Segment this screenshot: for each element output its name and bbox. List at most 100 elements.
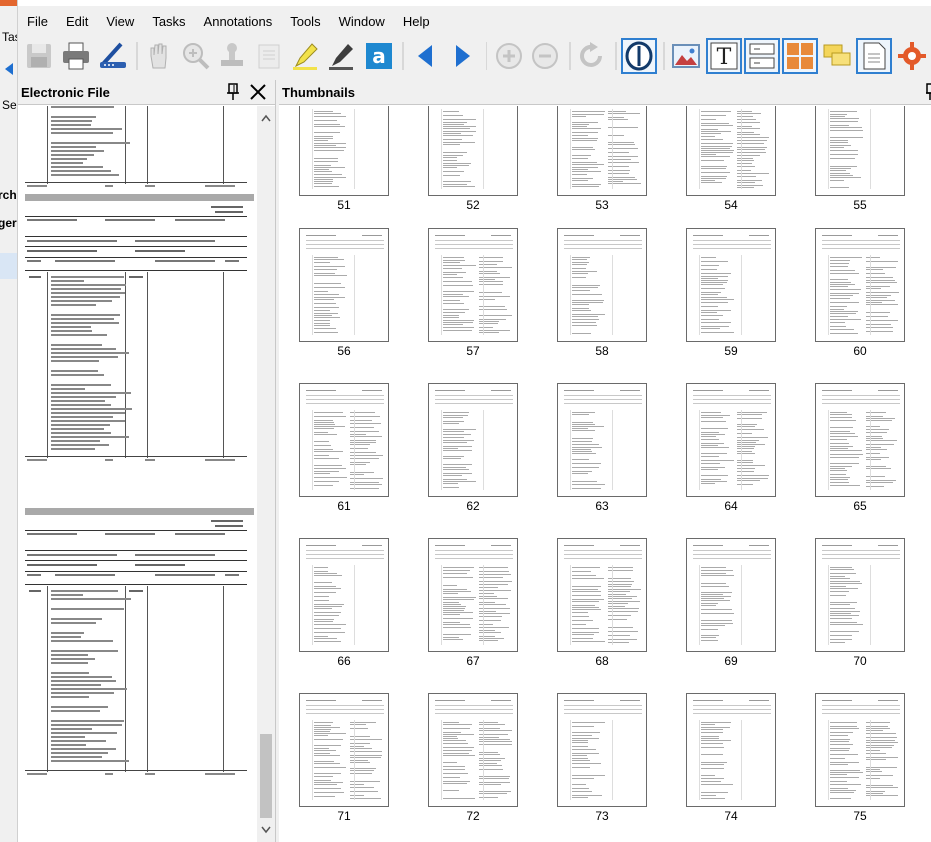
thumbnail-image[interactable] [299, 538, 389, 652]
thumbnail-page[interactable]: 72 [428, 693, 520, 833]
thumbnail-page[interactable]: 69 [686, 538, 778, 678]
thumbnail-page[interactable]: 62 [428, 383, 520, 523]
thumbnail-image[interactable] [686, 693, 776, 807]
thumbnail-image[interactable] [686, 538, 776, 652]
pin-icon[interactable] [925, 83, 931, 101]
thumbnail-page[interactable]: 54 [686, 106, 778, 222]
thumbnail-label: 58 [595, 344, 609, 358]
ocr-button[interactable] [621, 38, 658, 74]
layout-button[interactable] [781, 38, 818, 74]
menu-file[interactable]: File [18, 10, 57, 34]
thumbnail-image[interactable] [815, 538, 905, 652]
thumbnail-image[interactable] [299, 383, 389, 497]
toolbar-separator [615, 42, 618, 70]
text-box-button[interactable]: T [705, 38, 742, 74]
thumbnail-image[interactable] [557, 538, 647, 652]
thumbnail-image[interactable] [299, 228, 389, 342]
save-button[interactable] [22, 38, 57, 74]
document-view[interactable] [18, 106, 256, 842]
text-tool-button[interactable]: a [362, 38, 397, 74]
thumbnail-image[interactable] [815, 106, 905, 196]
thumbnail-image[interactable] [428, 228, 518, 342]
menu-bar: File Edit View Tasks Annotations Tools W… [18, 10, 439, 34]
document-scrollbar[interactable] [257, 106, 275, 842]
thumbnail-image[interactable] [815, 693, 905, 807]
thumbnail-image[interactable] [557, 106, 647, 196]
thumbnail-label: 52 [466, 198, 480, 212]
thumbnail-page[interactable]: 67 [428, 538, 520, 678]
thumbnail-page[interactable]: 65 [815, 383, 907, 523]
layout-icon [786, 43, 813, 69]
thumbnail-image[interactable] [428, 693, 518, 807]
redo-button[interactable] [575, 38, 610, 74]
zoom-button[interactable] [178, 38, 213, 74]
next-page-button[interactable] [445, 38, 480, 74]
print-button[interactable] [59, 38, 94, 74]
zoom-icon [182, 43, 210, 70]
highlighter-button[interactable] [288, 38, 323, 74]
note-button[interactable] [252, 38, 287, 74]
thumbnail-image[interactable] [428, 538, 518, 652]
form-button[interactable] [743, 38, 780, 74]
comments-button[interactable] [820, 38, 855, 74]
text-a-icon: a [366, 43, 392, 69]
thumbnail-page[interactable]: 68 [557, 538, 649, 678]
thumbnail-image[interactable] [815, 383, 905, 497]
menu-view[interactable]: View [97, 10, 143, 34]
save-icon [27, 44, 52, 68]
scan-button[interactable] [95, 38, 130, 74]
stamp-button[interactable] [215, 38, 250, 74]
scrollbar-thumb[interactable] [260, 734, 272, 818]
document-page [25, 202, 247, 466]
thumbnail-image[interactable] [686, 383, 776, 497]
thumbnail-image[interactable] [299, 106, 389, 196]
page-button[interactable] [856, 38, 893, 74]
marker-button[interactable] [325, 38, 360, 74]
zoom-in-button[interactable] [491, 38, 526, 74]
thumbnail-page[interactable]: 75 [815, 693, 907, 833]
menu-tasks[interactable]: Tasks [143, 10, 194, 34]
thumbnail-image[interactable] [428, 106, 518, 196]
thumbnail-page[interactable]: 64 [686, 383, 778, 523]
image-button[interactable] [669, 38, 704, 74]
page-icon [863, 42, 886, 70]
thumbnail-image[interactable] [557, 383, 647, 497]
menu-edit[interactable]: Edit [57, 10, 97, 34]
menu-annotations[interactable]: Annotations [195, 10, 282, 34]
thumbnail-image[interactable] [686, 228, 776, 342]
thumbnail-image[interactable] [557, 228, 647, 342]
thumbnail-page[interactable]: 58 [557, 228, 649, 368]
thumbnail-page[interactable]: 52 [428, 106, 520, 222]
chevron-down-icon[interactable] [261, 826, 271, 834]
thumbnail-image[interactable] [686, 106, 776, 196]
thumbnail-image[interactable] [815, 228, 905, 342]
thumbnail-image[interactable] [299, 693, 389, 807]
chevron-up-icon[interactable] [261, 114, 271, 122]
settings-button[interactable] [894, 38, 929, 74]
zoom-out-button[interactable] [528, 38, 563, 74]
thumbnail-image[interactable] [557, 693, 647, 807]
thumbnail-page[interactable]: 60 [815, 228, 907, 368]
thumbnail-page[interactable]: 70 [815, 538, 907, 678]
menu-help[interactable]: Help [394, 10, 439, 34]
thumbnail-label: 64 [724, 499, 738, 513]
close-icon[interactable] [249, 83, 267, 101]
menu-tools[interactable]: Tools [281, 10, 329, 34]
hand-tool-button[interactable] [142, 38, 177, 74]
thumbnail-page[interactable]: 57 [428, 228, 520, 368]
thumbnail-page[interactable]: 63 [557, 383, 649, 523]
thumbnail-page[interactable]: 71 [299, 693, 391, 833]
thumbnail-page[interactable]: 53 [557, 106, 649, 222]
previous-page-button[interactable] [408, 38, 443, 74]
thumbnail-page[interactable]: 51 [299, 106, 391, 222]
thumbnail-page[interactable]: 74 [686, 693, 778, 833]
pin-icon[interactable] [225, 83, 241, 101]
thumbnail-page[interactable]: 66 [299, 538, 391, 678]
thumbnail-page[interactable]: 61 [299, 383, 391, 523]
thumbnail-page[interactable]: 59 [686, 228, 778, 368]
menu-window[interactable]: Window [330, 10, 394, 34]
thumbnail-page[interactable]: 55 [815, 106, 907, 222]
thumbnail-image[interactable] [428, 383, 518, 497]
thumbnail-page[interactable]: 56 [299, 228, 391, 368]
thumbnail-page[interactable]: 73 [557, 693, 649, 833]
